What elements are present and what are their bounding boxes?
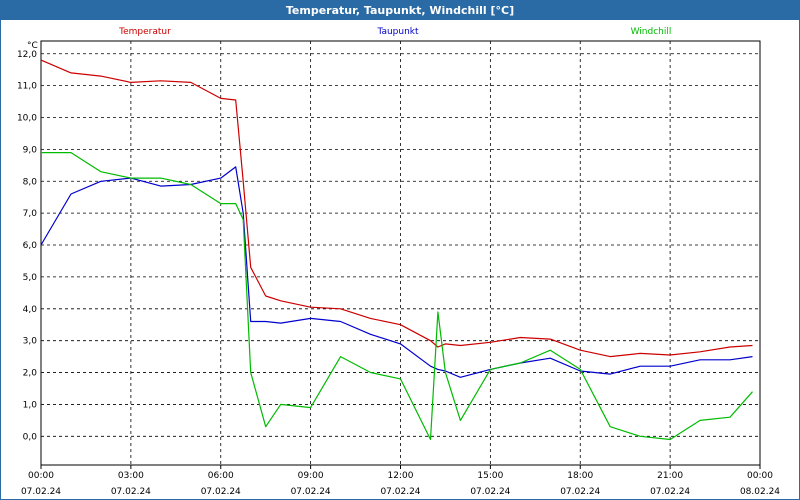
x-tick-time: 00:00 xyxy=(28,471,54,481)
x-tick-time: 21:00 xyxy=(657,471,683,481)
legend-windchill: Windchill xyxy=(631,27,672,37)
chart: 0,0 1,0 2,0 3,0 4,0 5,0 6,0 7,0 8,0 9,0 10,0 11,0 12… xyxy=(17,27,780,497)
x-tick-date: 07.02.24 xyxy=(291,487,331,497)
y-tick-label: 5,0 xyxy=(23,273,38,283)
legend: Temperatur Taupunkt Windchill xyxy=(118,27,671,37)
series-taupunkt-line xyxy=(40,166,753,378)
y-tick-label: 8,0 xyxy=(23,177,38,187)
axes xyxy=(40,40,761,469)
x-tick-time: 06:00 xyxy=(208,471,234,481)
x-tick-date: 07.02.24 xyxy=(21,487,61,497)
x-tick-date: 07.02.24 xyxy=(111,487,151,497)
series-lines xyxy=(40,59,753,441)
y-axis-label: °C xyxy=(27,41,38,51)
x-tick-time: 15:00 xyxy=(477,471,503,481)
x-tick-date: 08.02.24 xyxy=(740,487,780,497)
chart-window: Temperatur, Taupunkt, Windchill [°C] 0,0… xyxy=(0,0,800,500)
x-tick-labels: 00:00 07.02.24 03:00 07.02.24 06:00 07.02.24 0… xyxy=(21,471,780,497)
x-tick-date: 07.02.24 xyxy=(560,487,600,497)
series-windchill-line xyxy=(41,152,753,441)
x-tick-time: 12:00 xyxy=(388,471,414,481)
y-tick-label: 12,0 xyxy=(17,50,37,60)
x-tick-date: 07.02.24 xyxy=(650,487,690,497)
y-tick-label: 2,0 xyxy=(23,369,38,379)
x-tick-time: 03:00 xyxy=(118,471,144,481)
y-tick-label: 3,0 xyxy=(23,337,38,347)
series-temperatur-line xyxy=(40,59,753,358)
y-tick-label: 0,0 xyxy=(23,432,38,442)
y-tick-label: 7,0 xyxy=(23,209,38,219)
x-tick-date: 07.02.24 xyxy=(201,487,241,497)
y-tick-label: 4,0 xyxy=(23,305,38,315)
x-tick-time: 09:00 xyxy=(298,471,324,481)
y-tick-label: 6,0 xyxy=(23,241,38,251)
grid xyxy=(40,41,761,465)
x-tick-date: 07.02.24 xyxy=(380,487,420,497)
y-tick-labels: 0,0 1,0 2,0 3,0 4,0 5,0 6,0 7,0 8,0 9,0 10,0 11,0 12… xyxy=(17,50,37,443)
y-tick-label: 1,0 xyxy=(23,400,38,410)
x-tick-time: 18:00 xyxy=(567,471,593,481)
legend-temperatur: Temperatur xyxy=(118,27,171,37)
legend-taupunkt: Taupunkt xyxy=(376,27,419,37)
y-tick-label: 9,0 xyxy=(23,145,38,155)
y-tick-label: 10,0 xyxy=(17,114,37,124)
x-tick-date: 07.02.24 xyxy=(470,487,510,497)
x-tick-time: 00:00 xyxy=(747,471,773,481)
y-tick-label: 11,0 xyxy=(17,82,37,92)
